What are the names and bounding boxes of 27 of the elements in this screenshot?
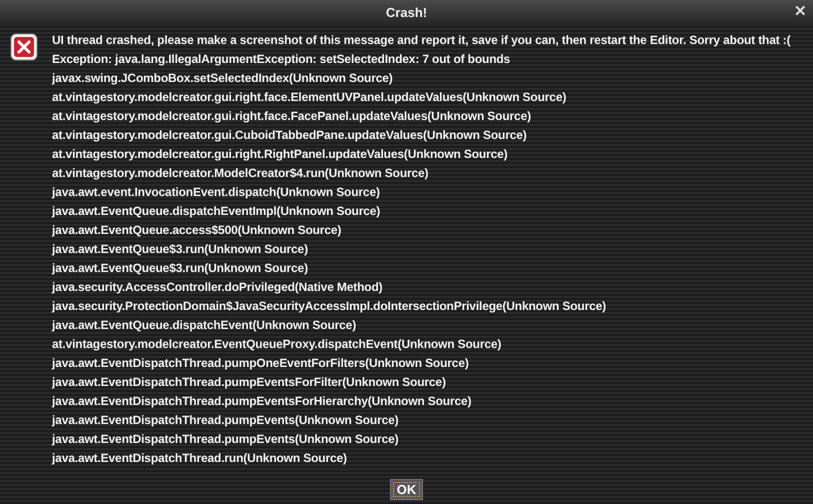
stack-trace-line: java.awt.EventQueue$3.run(Unknown Source) — [52, 260, 309, 277]
stack-trace-line: at.vintagestory.modelcreator.gui.CuboidTabbedPane.updateValues(Unknown Source) — [52, 127, 528, 144]
stack-trace-line: at.vintagestory.modelcreator.gui.right.face.ElementUVPanel.updateValues(Unknown Source) — [52, 89, 568, 106]
stack-trace-line: at.vintagestory.modelcreator.gui.right.RightPanel.updateValues(Unknown Source) — [52, 146, 508, 163]
stack-trace-line: java.awt.EventQueue.dispatchEventImpl(Unknown Source) — [52, 203, 382, 220]
stack-trace-line: javax.swing.JComboBox.setSelectedIndex(Unknown Source) — [52, 70, 394, 87]
window-title: Crash! — [386, 5, 428, 20]
stack-trace-line: java.security.ProtectionDomain$JavaSecurityAccessImpl.doIntersectionPrivilege(Unknown Source) — [52, 298, 608, 315]
stack-trace-line: java.security.AccessController.doPrivileged(Native Method) — [52, 279, 384, 296]
close-button[interactable]: ✕ — [792, 2, 809, 20]
error-message: UI thread crashed, please make a screenshot of this message and report it, save if you can, then restart the Editor. Sorry about that :( — [52, 32, 790, 49]
stack-trace-line: java.awt.EventDispatchThread.pumpEventsForHierarchy(Unknown Source) — [52, 393, 472, 410]
stack-trace-line: java.awt.EventDispatchThread.run(Unknown Source) — [52, 450, 348, 467]
stack-trace-line: at.vintagestory.modelcreator.gui.right.face.FacePanel.updateValues(Unknown Source) — [52, 108, 532, 125]
stack-trace-line: java.awt.EventDispatchThread.pumpEvents(Unknown Source) — [52, 431, 400, 448]
stack-trace-line: java.awt.EventQueue.access$500(Unknown Source) — [52, 222, 342, 239]
stack-trace-line: java.awt.EventDispatchThread.pumpEvents(Unknown Source) — [52, 412, 400, 429]
stack-trace-line: at.vintagestory.modelcreator.EventQueueProxy.dispatchEvent(Unknown Source) — [52, 336, 502, 353]
stack-trace-line: java.awt.EventQueue$3.run(Unknown Source) — [52, 241, 309, 258]
stack-trace-line: java.awt.EventQueue.dispatchEvent(Unknown Source) — [52, 317, 358, 334]
stack-trace-line: java.awt.event.InvocationEvent.dispatch(Unknown Source) — [52, 184, 381, 201]
stack-trace-line: java.awt.EventDispatchThread.pumpEventsForFilter(Unknown Source) — [52, 374, 447, 391]
error-icon — [10, 33, 38, 61]
stack-trace-line: at.vintagestory.modelcreator.ModelCreator$4.run(Unknown Source) — [52, 165, 430, 182]
stack-trace-line: Exception: java.lang.IllegalArgumentException: setSelectedIndex: 7 out of bounds — [52, 51, 512, 68]
ok-button[interactable]: OK — [390, 479, 424, 500]
stack-trace-line: java.awt.EventDispatchThread.pumpOneEventForFilters(Unknown Source) — [52, 355, 470, 372]
